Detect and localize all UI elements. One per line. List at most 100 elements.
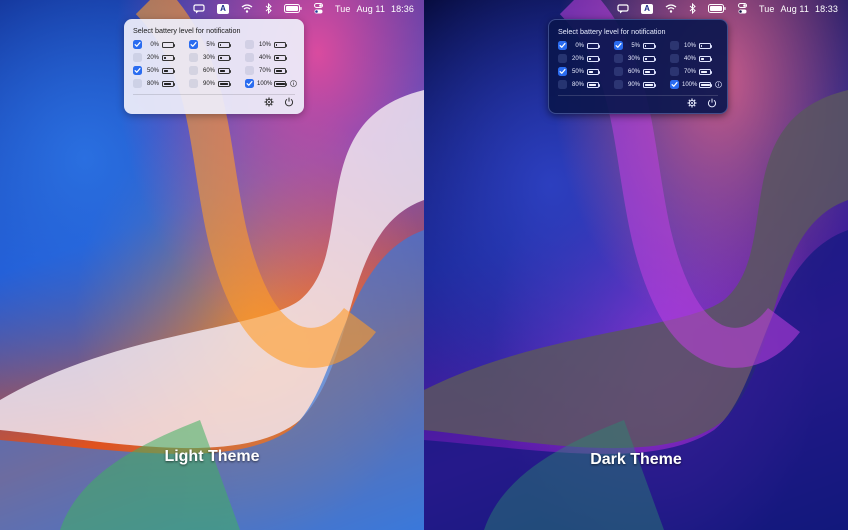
- battery-level-option[interactable]: 20%: [133, 52, 189, 64]
- dark-theme-panel: A Tue Aug 11 18:33 Select battery level …: [424, 0, 848, 530]
- clock-time: 18:36: [390, 3, 414, 14]
- battery-level-option[interactable]: 0%: [558, 40, 614, 52]
- battery-level-option[interactable]: 20%: [558, 53, 614, 65]
- popover-title: Select battery level for notification: [133, 26, 241, 35]
- battery-level-icon: [274, 80, 288, 87]
- battery-level-option[interactable]: 60%: [614, 66, 670, 78]
- battery-icon[interactable]: [708, 3, 726, 15]
- menu-clock[interactable]: Tue Aug 11 18:36: [335, 4, 414, 14]
- control-center-icon[interactable]: [314, 3, 324, 15]
- input-source-icon[interactable]: A: [217, 3, 230, 14]
- checkbox[interactable]: [614, 54, 623, 64]
- battery-notification-popover: Select battery level for notification 0%…: [124, 19, 304, 114]
- battery-level-icon: [218, 54, 232, 61]
- checkbox[interactable]: [670, 67, 679, 77]
- battery-level-icon: [643, 68, 657, 75]
- checkbox[interactable]: [670, 54, 679, 64]
- battery-level-label: 0%: [150, 41, 159, 48]
- clock-time: 18:33: [814, 3, 838, 14]
- battery-level-option[interactable]: 30%: [614, 53, 670, 65]
- battery-level-option[interactable]: 10%: [245, 39, 301, 51]
- info-icon[interactable]: [290, 80, 297, 88]
- battery-level-option[interactable]: 70%: [670, 66, 726, 78]
- battery-level-options: 0% 5% 10% 20% 30% 40% 50% 60% 70% 80% 90% 100%: [558, 40, 722, 91]
- battery-level-option[interactable]: 70%: [245, 65, 301, 77]
- checkbox[interactable]: [670, 41, 679, 51]
- divider: [133, 93, 295, 95]
- gear-icon[interactable]: [264, 97, 274, 107]
- checkbox[interactable]: [189, 40, 198, 50]
- checkbox[interactable]: [189, 79, 198, 89]
- battery-level-icon: [643, 55, 657, 62]
- checkbox[interactable]: [670, 80, 679, 90]
- gear-icon[interactable]: [687, 98, 697, 108]
- checkbox[interactable]: [245, 53, 254, 63]
- battery-level-option[interactable]: 100%: [670, 79, 726, 91]
- battery-level-option[interactable]: 90%: [189, 78, 245, 90]
- checkbox[interactable]: [133, 79, 142, 89]
- battery-level-option[interactable]: 40%: [245, 52, 301, 64]
- battery-level-icon: [162, 41, 176, 48]
- battery-level-icon: [162, 80, 176, 87]
- power-icon[interactable]: [707, 98, 717, 108]
- battery-level-icon: [587, 55, 601, 62]
- battery-level-icon: [699, 68, 713, 75]
- message-icon[interactable]: [193, 3, 205, 15]
- battery-level-option[interactable]: 30%: [189, 52, 245, 64]
- checkbox[interactable]: [133, 40, 142, 50]
- checkbox[interactable]: [245, 40, 254, 50]
- input-source-icon[interactable]: A: [641, 3, 654, 14]
- battery-level-option[interactable]: 50%: [558, 66, 614, 78]
- popover-footer: [558, 98, 718, 108]
- battery-level-label: 70%: [258, 67, 271, 74]
- control-center-icon[interactable]: [738, 3, 748, 15]
- battery-level-option[interactable]: 40%: [670, 53, 726, 65]
- battery-level-icon: [274, 67, 288, 74]
- battery-level-option[interactable]: 90%: [614, 79, 670, 91]
- checkbox[interactable]: [189, 53, 198, 63]
- checkbox[interactable]: [614, 41, 623, 51]
- battery-level-label: 30%: [202, 54, 215, 61]
- battery-level-option[interactable]: 50%: [133, 65, 189, 77]
- checkbox[interactable]: [558, 41, 567, 51]
- menu-bar: A Tue Aug 11 18:36: [0, 0, 424, 17]
- battery-level-label: 80%: [146, 80, 159, 87]
- message-icon[interactable]: [617, 3, 629, 15]
- battery-level-icon: [587, 68, 601, 75]
- checkbox[interactable]: [245, 79, 254, 89]
- menu-clock[interactable]: Tue Aug 11 18:33: [759, 4, 838, 14]
- battery-level-label: 40%: [683, 55, 696, 62]
- bluetooth-icon[interactable]: [689, 3, 696, 15]
- checkbox[interactable]: [245, 66, 254, 76]
- checkbox[interactable]: [133, 66, 142, 76]
- battery-level-option[interactable]: 80%: [558, 79, 614, 91]
- battery-level-option[interactable]: 10%: [670, 40, 726, 52]
- divider: [558, 94, 718, 96]
- battery-level-option[interactable]: 100%: [245, 78, 301, 90]
- checkbox[interactable]: [133, 53, 142, 63]
- checkbox[interactable]: [558, 54, 567, 64]
- bluetooth-icon[interactable]: [265, 3, 272, 15]
- info-icon[interactable]: [715, 81, 722, 89]
- battery-level-label: 20%: [571, 55, 584, 62]
- battery-level-option[interactable]: 60%: [189, 65, 245, 77]
- checkbox[interactable]: [558, 80, 567, 90]
- battery-level-icon: [643, 81, 657, 88]
- wifi-icon[interactable]: [665, 3, 677, 15]
- battery-level-icon: [587, 81, 601, 88]
- battery-level-label: 100%: [257, 80, 273, 87]
- battery-level-label: 40%: [258, 54, 271, 61]
- power-icon[interactable]: [284, 97, 294, 107]
- checkbox[interactable]: [558, 67, 567, 77]
- wifi-icon[interactable]: [241, 3, 253, 15]
- checkbox[interactable]: [189, 66, 198, 76]
- battery-notification-popover: Select battery level for notification 0%…: [548, 19, 728, 114]
- battery-level-option[interactable]: 0%: [133, 39, 189, 51]
- battery-level-option[interactable]: 80%: [133, 78, 189, 90]
- theme-caption: Light Theme: [164, 448, 260, 465]
- checkbox[interactable]: [614, 80, 623, 90]
- battery-level-option[interactable]: 5%: [189, 39, 245, 51]
- battery-level-option[interactable]: 5%: [614, 40, 670, 52]
- battery-icon[interactable]: [284, 3, 302, 15]
- checkbox[interactable]: [614, 67, 623, 77]
